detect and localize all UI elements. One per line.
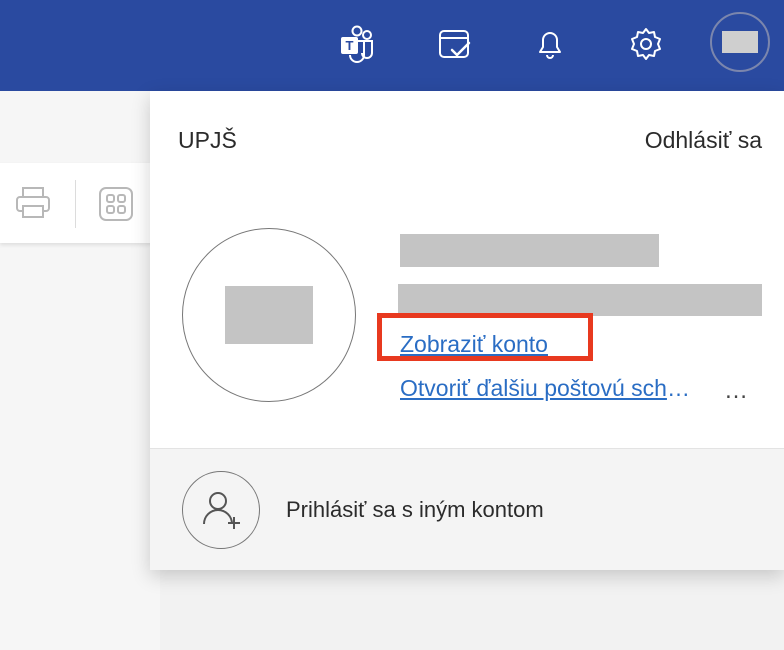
print-icon[interactable]	[14, 186, 52, 225]
top-bar: T	[0, 0, 784, 91]
organization-name: UPJŠ	[178, 127, 237, 153]
avatar-placeholder	[722, 31, 758, 53]
sign-in-other-account-label[interactable]: Prihlásiť sa s iným kontom	[286, 497, 544, 523]
add-person-icon	[182, 471, 260, 549]
open-another-mailbox-link[interactable]: Otvoriť ďalšiu poštovú schránku	[400, 375, 692, 402]
profile-photo-placeholder	[225, 286, 313, 344]
teams-letter: T	[346, 38, 354, 53]
apps-grid-icon[interactable]	[98, 186, 134, 227]
gear-icon[interactable]	[626, 22, 666, 66]
more-options-button[interactable]: …	[724, 377, 750, 405]
redacted-user-email	[398, 284, 762, 316]
calendar-check-icon[interactable]	[435, 22, 475, 66]
teams-icon[interactable]: T	[338, 22, 378, 66]
account-panel: UPJŠ Odhlásiť sa Zobraziť konto Otvoriť …	[150, 91, 784, 570]
view-account-link[interactable]: Zobraziť konto	[400, 331, 548, 358]
toolbar-divider	[75, 180, 76, 228]
redacted-user-name	[400, 234, 659, 267]
sign-in-other-account-row[interactable]: Prihlásiť sa s iným kontom	[150, 449, 784, 570]
profile-avatar	[182, 228, 356, 402]
bell-icon[interactable]	[530, 22, 570, 66]
account-avatar-button[interactable]	[710, 12, 770, 72]
sign-out-button[interactable]: Odhlásiť sa	[645, 127, 762, 154]
